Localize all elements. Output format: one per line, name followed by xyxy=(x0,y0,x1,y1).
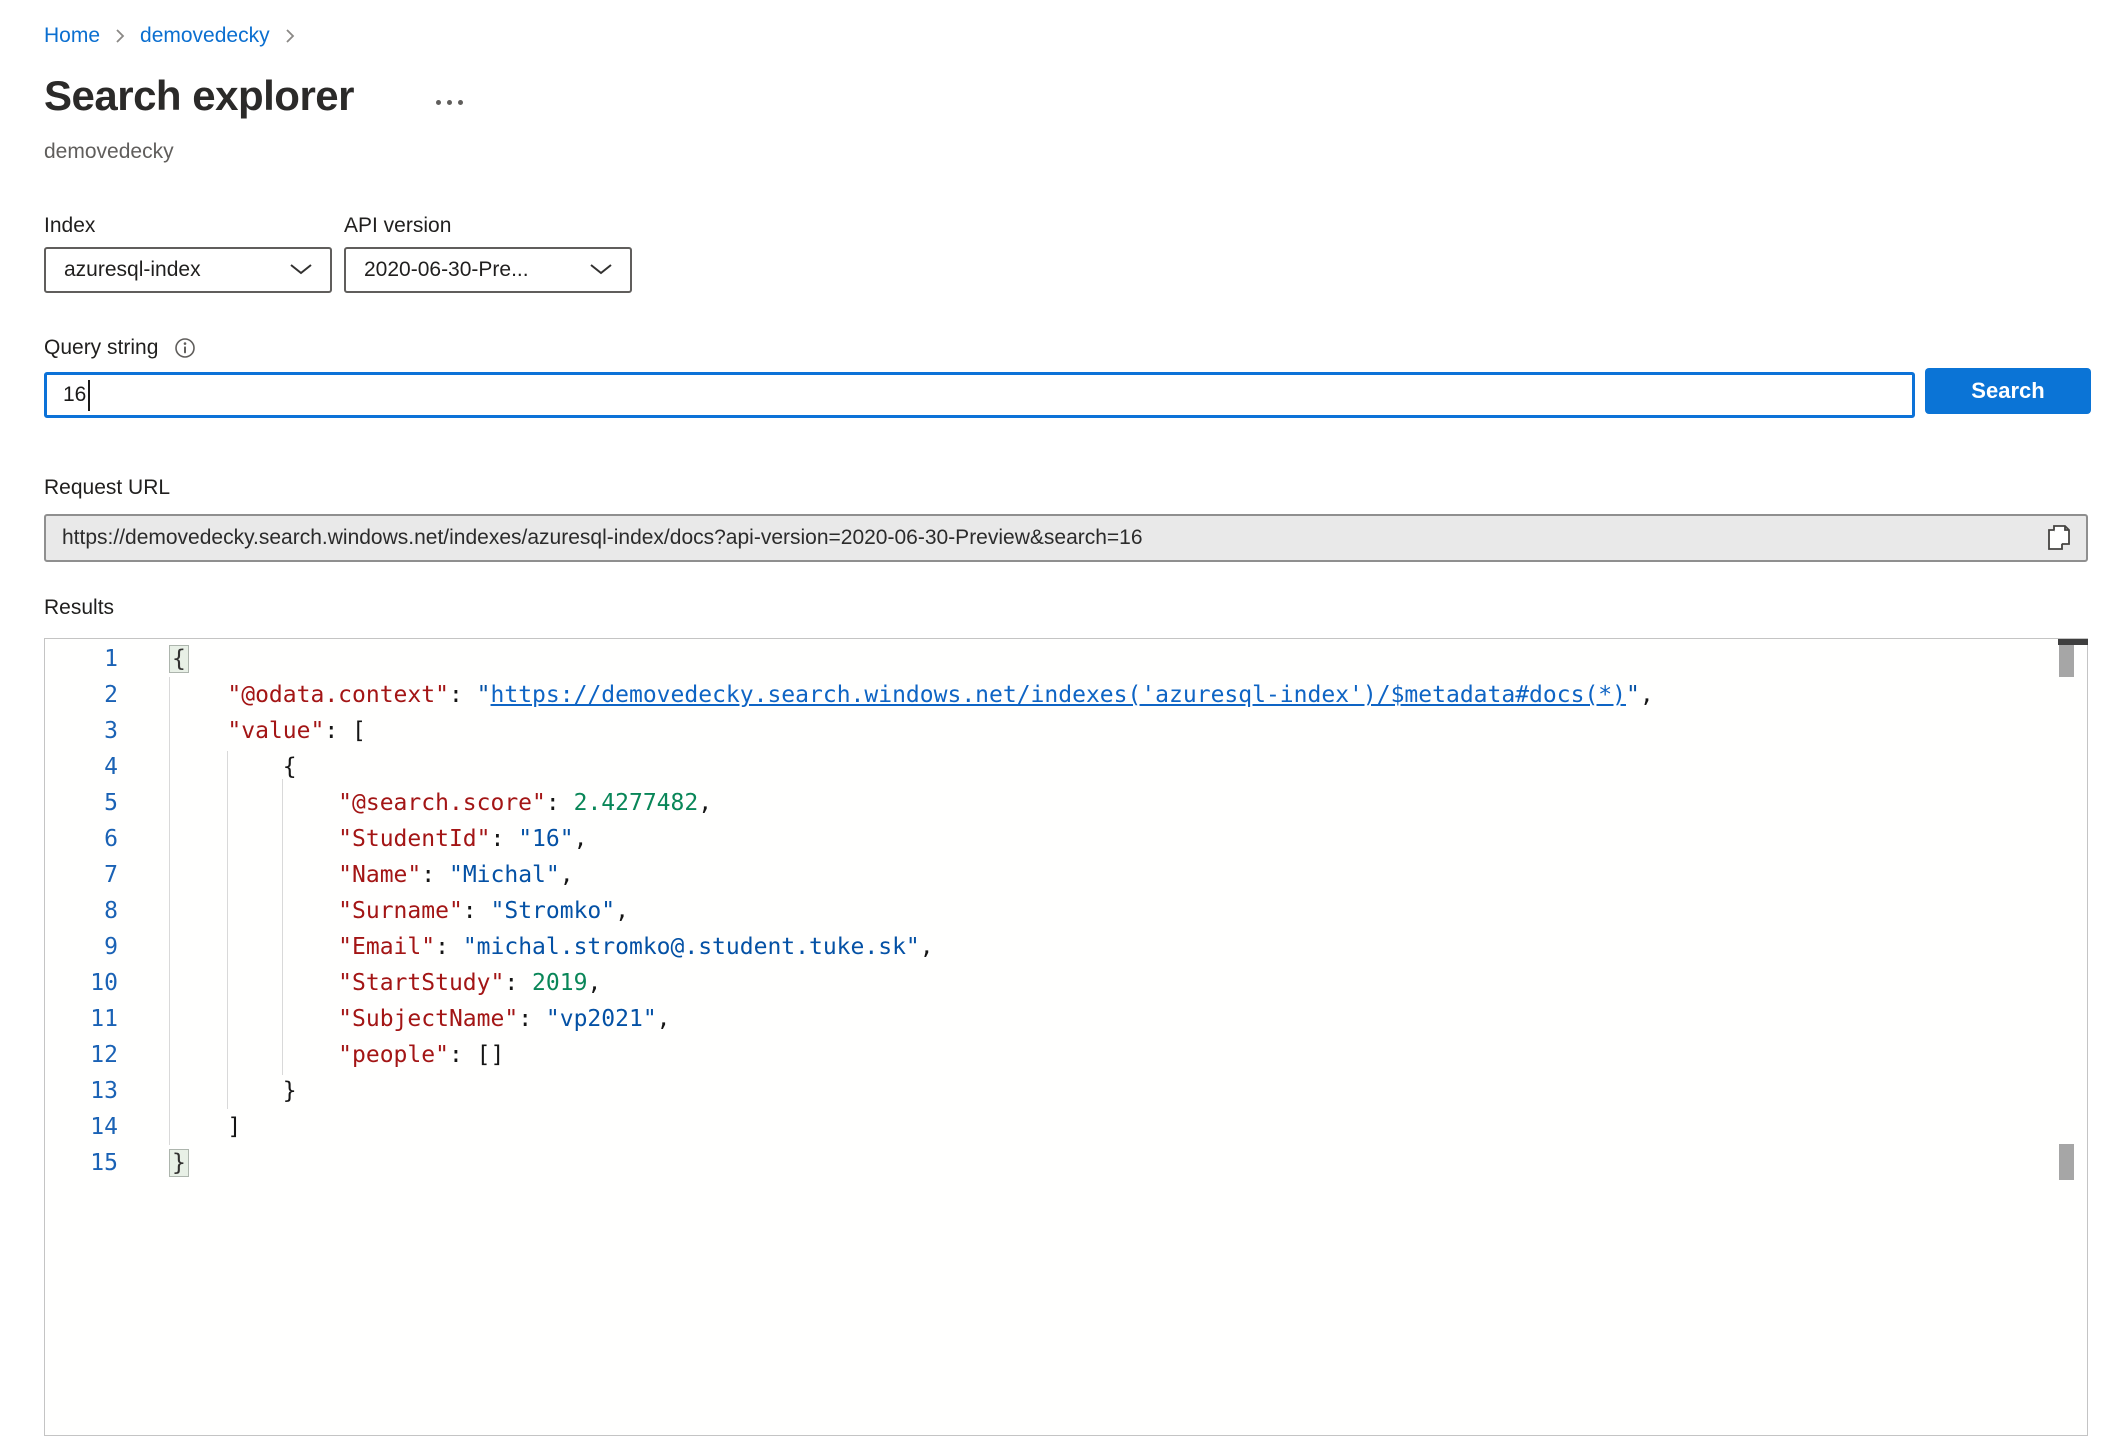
request-url-label: Request URL xyxy=(44,476,170,500)
line-number: 2 xyxy=(45,677,172,713)
editor-gutter: 123456789101112131415 xyxy=(45,641,172,1181)
scrollbar-thumb[interactable] xyxy=(2059,1144,2074,1180)
index-dropdown-value: azuresql-index xyxy=(64,258,201,282)
api-version-label: API version xyxy=(344,214,451,238)
dot-icon xyxy=(458,100,463,105)
info-icon[interactable] xyxy=(174,337,196,359)
breadcrumb-link-demovedecky[interactable]: demovedecky xyxy=(140,24,270,48)
code-line: { xyxy=(172,749,2041,785)
code-line: "@odata.context": "https://demovedecky.s… xyxy=(172,677,2041,713)
code-line: "value": [ xyxy=(172,713,2041,749)
copy-icon[interactable] xyxy=(2044,522,2072,554)
code-line: } xyxy=(172,1073,2041,1109)
dot-icon xyxy=(436,100,441,105)
code-line: { xyxy=(172,641,2041,677)
index-dropdown[interactable]: azuresql-index xyxy=(44,247,332,293)
chevron-right-icon xyxy=(114,27,126,45)
api-version-dropdown[interactable]: 2020-06-30-Pre... xyxy=(344,247,632,293)
line-number: 4 xyxy=(45,749,172,785)
index-label: Index xyxy=(44,214,95,238)
line-number: 12 xyxy=(45,1037,172,1073)
line-number: 15 xyxy=(45,1145,172,1181)
page-subtitle: demovedecky xyxy=(44,140,174,164)
line-number: 5 xyxy=(45,785,172,821)
line-number: 10 xyxy=(45,965,172,1001)
results-editor[interactable]: 123456789101112131415 { "@odata.context"… xyxy=(44,638,2088,1436)
chevron-down-icon xyxy=(288,258,314,282)
line-number: 11 xyxy=(45,1001,172,1037)
query-string-input[interactable] xyxy=(44,372,1915,418)
indent-guide xyxy=(282,779,283,1075)
line-number: 1 xyxy=(45,641,172,677)
code-line: "StudentId": "16", xyxy=(172,821,2041,857)
query-string-label: Query string xyxy=(44,336,158,360)
line-number: 6 xyxy=(45,821,172,857)
code-line: "Surname": "Stromko", xyxy=(172,893,2041,929)
line-number: 14 xyxy=(45,1109,172,1145)
indent-guide xyxy=(169,677,170,1145)
code-line: } xyxy=(172,1145,2041,1181)
code-line: "Name": "Michal", xyxy=(172,857,2041,893)
more-options-button[interactable] xyxy=(432,96,467,109)
code-lines: { "@odata.context": "https://demovedecky… xyxy=(172,641,2041,1181)
line-number: 7 xyxy=(45,857,172,893)
line-number: 13 xyxy=(45,1073,172,1109)
code-line: ] xyxy=(172,1109,2041,1145)
code-line: "people": [] xyxy=(172,1037,2041,1073)
chevron-right-icon xyxy=(284,27,296,45)
search-button[interactable]: Search xyxy=(1925,368,2091,414)
line-number: 9 xyxy=(45,929,172,965)
line-number: 3 xyxy=(45,713,172,749)
chevron-down-icon xyxy=(588,258,614,282)
text-caret xyxy=(88,380,90,411)
line-number: 8 xyxy=(45,893,172,929)
breadcrumb: Home demovedecky xyxy=(44,24,296,48)
breadcrumb-link-home[interactable]: Home xyxy=(44,24,100,48)
request-url-field[interactable]: https://demovedecky.search.windows.net/i… xyxy=(44,514,2088,562)
api-version-dropdown-value: 2020-06-30-Pre... xyxy=(364,258,529,282)
page-title: Search explorer xyxy=(44,72,354,120)
results-label: Results xyxy=(44,596,114,620)
code-line: "Email": "michal.stromko@.student.tuke.s… xyxy=(172,929,2041,965)
request-url-value: https://demovedecky.search.windows.net/i… xyxy=(62,526,2034,550)
code-line: "@search.score": 2.4277482, xyxy=(172,785,2041,821)
dot-icon xyxy=(447,100,452,105)
code-line: "StartStudy": 2019, xyxy=(172,965,2041,1001)
code-line: "SubjectName": "vp2021", xyxy=(172,1001,2041,1037)
scrollbar-thumb[interactable] xyxy=(2059,645,2074,677)
indent-guide xyxy=(227,751,228,1109)
